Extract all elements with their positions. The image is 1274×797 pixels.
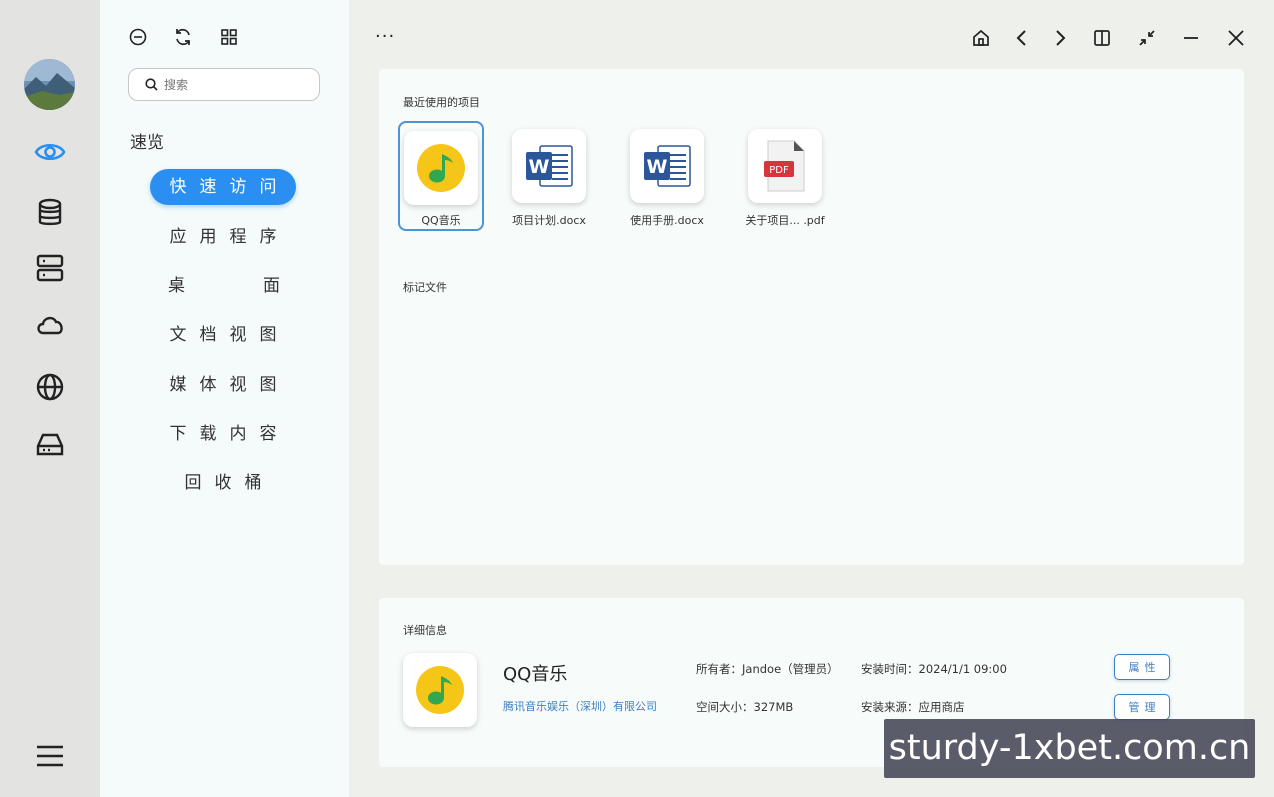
search-icon xyxy=(145,78,158,91)
word-icon: W xyxy=(512,129,586,203)
files-panel: 最近使用的项目 QQ音乐 W 项目计划.docx W 使用手册.docx PDF… xyxy=(379,69,1244,565)
home-icon[interactable] xyxy=(968,25,994,51)
file-name: 关于项目... .pdf xyxy=(745,214,825,227)
avatar[interactable] xyxy=(24,59,75,110)
qq-music-icon xyxy=(404,131,478,205)
server-icon[interactable] xyxy=(31,249,69,287)
database-icon[interactable] xyxy=(31,194,69,232)
svg-text:W: W xyxy=(647,156,668,178)
nav-desktop-label-end: 面 xyxy=(263,276,280,296)
owner-info: 所有者：Jandoe（管理员） xyxy=(696,662,839,676)
recent-file-about-project-pdf[interactable]: PDF 关于项目... .pdf xyxy=(742,121,828,231)
minimize-icon[interactable] xyxy=(1178,25,1204,51)
qq-music-icon xyxy=(403,653,477,727)
nav-downloads[interactable]: 下载内容 xyxy=(150,416,296,452)
refresh-icon[interactable] xyxy=(172,26,194,48)
svg-text:PDF: PDF xyxy=(769,165,789,176)
more-options-button[interactable]: ··· xyxy=(375,26,395,47)
file-name: 项目计划.docx xyxy=(512,214,586,227)
back-icon[interactable] xyxy=(1009,25,1035,51)
recent-file-project-plan[interactable]: W 项目计划.docx xyxy=(506,121,592,231)
globe-icon[interactable] xyxy=(31,368,69,406)
recent-file-user-manual[interactable]: W 使用手册.docx xyxy=(624,121,710,231)
file-name: QQ音乐 xyxy=(421,214,461,227)
nav-quick-access[interactable]: 快速访问 xyxy=(150,169,296,205)
properties-button[interactable]: 属性 xyxy=(1114,654,1170,680)
manage-button[interactable]: 管理 xyxy=(1114,694,1170,720)
nav-documents[interactable]: 文档视图 xyxy=(150,317,296,353)
minus-circle-icon[interactable] xyxy=(127,26,149,48)
grid-icon[interactable] xyxy=(218,26,240,48)
nav-media[interactable]: 媒体视图 xyxy=(150,367,296,403)
watermark: sturdy-1xbet.com.cn xyxy=(884,719,1255,778)
close-icon[interactable] xyxy=(1223,25,1249,51)
nav-desktop[interactable]: 桌 面 xyxy=(150,268,296,304)
svg-text:W: W xyxy=(529,156,550,178)
install-source: 安装来源：应用商店 xyxy=(861,700,965,714)
search-box[interactable] xyxy=(128,68,320,101)
left-rail xyxy=(0,0,100,797)
menu-icon[interactable] xyxy=(31,737,69,775)
collapse-icon[interactable] xyxy=(1134,25,1160,51)
sidebar: 速览 快速访问 应用程序 桌 面 文档视图 媒体视图 下载内容 回收桶 xyxy=(100,0,349,797)
forward-icon[interactable] xyxy=(1047,25,1073,51)
nav-applications[interactable]: 应用程序 xyxy=(150,219,296,255)
size-info: 空间大小：327MB xyxy=(696,700,794,714)
split-view-icon[interactable] xyxy=(1089,25,1115,51)
recent-file-qq-music[interactable]: QQ音乐 xyxy=(398,121,484,231)
eye-icon[interactable] xyxy=(31,133,69,171)
search-input[interactable] xyxy=(164,77,314,92)
details-title: 详细信息 xyxy=(403,624,447,637)
drive-icon[interactable] xyxy=(31,425,69,463)
file-name: 使用手册.docx xyxy=(630,214,704,227)
publisher-link[interactable]: 腾讯音乐娱乐（深圳）有限公司 xyxy=(503,698,657,714)
tagged-title: 标记文件 xyxy=(403,281,447,294)
section-label: 速览 xyxy=(130,133,164,153)
word-icon: W xyxy=(630,129,704,203)
recent-title: 最近使用的项目 xyxy=(403,96,480,109)
install-time: 安装时间：2024/1/1 09:00 xyxy=(861,662,1007,676)
app-name: QQ音乐 xyxy=(503,664,568,685)
pdf-icon: PDF xyxy=(748,129,822,203)
nav-desktop-label-start: 桌 xyxy=(168,276,185,296)
cloud-icon[interactable] xyxy=(31,305,69,343)
nav-recycle-bin[interactable]: 回收桶 xyxy=(150,465,296,501)
